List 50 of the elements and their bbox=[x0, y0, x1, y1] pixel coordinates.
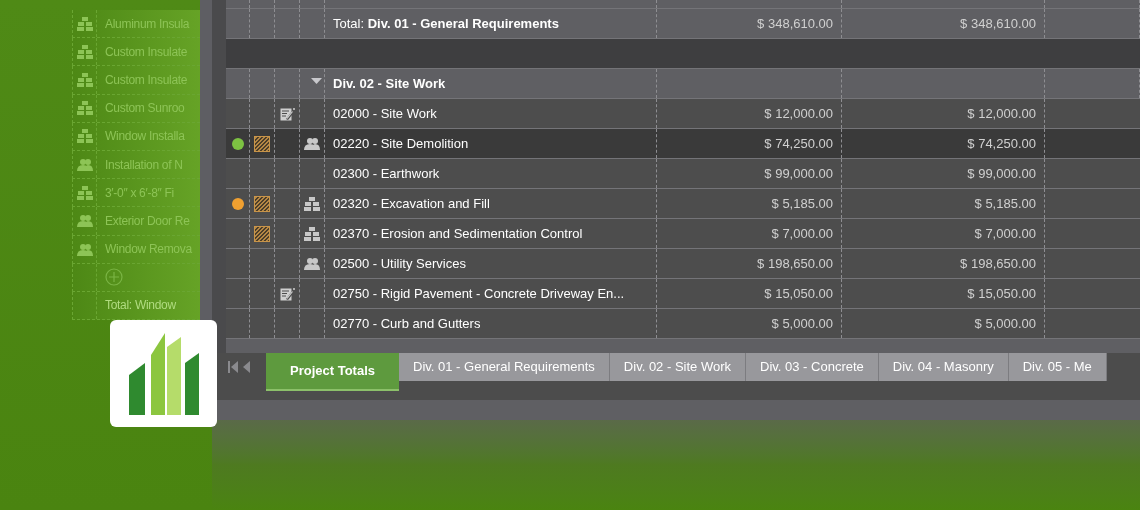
item-name: 02500 - Utility Services bbox=[333, 254, 466, 273]
table-row[interactable]: 02370 - Erosion and Sedimentation Control $ 7,000.00 $ 7,000.00 bbox=[226, 219, 1140, 249]
amount: $ 5,185.00 bbox=[974, 194, 1036, 213]
group-title: Div. 02 - Site Work bbox=[333, 74, 446, 93]
bricks-icon bbox=[76, 185, 93, 200]
amount: $ 5,000.00 bbox=[771, 314, 833, 333]
amount: $ 99,000.00 bbox=[967, 164, 1036, 183]
bricks-icon bbox=[76, 72, 93, 87]
amount: $ 74,250.00 bbox=[764, 134, 833, 153]
item-name: 02300 - Earthwork bbox=[333, 164, 440, 183]
item-name: 02770 - Curb and Gutters bbox=[333, 314, 481, 333]
amount: $ 7,000.00 bbox=[771, 224, 833, 243]
item-name: 02750 - Rigid Pavement - Concrete Driveway En... bbox=[333, 284, 625, 303]
amount: $ 5,185.00 bbox=[771, 194, 833, 213]
amount: $ 12,000.00 bbox=[967, 104, 1036, 123]
bricks-icon bbox=[76, 16, 93, 31]
table-row[interactable]: 02500 - Utility Services $ 198,650.00 $ 198,650.00 bbox=[226, 249, 1140, 279]
item-name: 02370 - Erosion and Sedimentation Control bbox=[333, 224, 583, 243]
add-icon bbox=[105, 268, 123, 287]
total-label: Total: Window bbox=[105, 298, 176, 313]
amount: $ 99,000.00 bbox=[764, 164, 833, 183]
amount: $ 348,610.00 bbox=[757, 14, 833, 33]
amount: $ 198,650.00 bbox=[757, 254, 833, 273]
amount: $ 15,050.00 bbox=[967, 284, 1036, 303]
table-row[interactable]: 02750 - Rigid Pavement - Concrete Driveway En... $ 15,050.00 $ 15,050.00 bbox=[226, 279, 1140, 309]
previous-page-icon[interactable] bbox=[242, 360, 250, 373]
table-row[interactable]: 02300 - Earthwork $ 99,000.00 $ 99,000.00 bbox=[226, 159, 1140, 189]
item-name: 02320 - Excavation and Fill bbox=[333, 194, 490, 213]
total-label: Total: Div. 01 - General Requirements bbox=[333, 14, 559, 33]
first-page-icon[interactable] bbox=[228, 360, 238, 373]
people-icon bbox=[76, 214, 93, 228]
people-icon bbox=[76, 158, 93, 172]
amount: $ 12,000.00 bbox=[764, 104, 833, 123]
amount: $ 15,050.00 bbox=[764, 284, 833, 303]
table-row[interactable]: 02770 - Curb and Gutters $ 5,000.00 $ 5,000.00 bbox=[226, 309, 1140, 339]
bricks-icon bbox=[76, 101, 93, 116]
amount: $ 7,000.00 bbox=[974, 224, 1036, 243]
amount: $ 198,650.00 bbox=[960, 254, 1036, 273]
amount: $ 74,250.00 bbox=[967, 134, 1036, 153]
table-row[interactable]: 02000 - Site Work $ 12,000.00 $ 12,000.00 bbox=[226, 99, 1140, 129]
bricks-icon bbox=[76, 44, 93, 59]
bar-chart-logo-icon bbox=[128, 332, 199, 415]
bricks-icon bbox=[76, 129, 93, 144]
table-row[interactable]: 02320 - Excavation and Fill $ 5,185.00 $ 5,185.00 bbox=[226, 189, 1140, 219]
amount: $ 348,610.00 bbox=[960, 14, 1036, 33]
item-name: 02220 - Site Demolition bbox=[333, 134, 469, 153]
people-icon bbox=[76, 242, 93, 256]
item-name: 02000 - Site Work bbox=[333, 104, 437, 123]
table-row[interactable]: 02220 - Site Demolition $ 74,250.00 $ 74,250.00 bbox=[226, 129, 1140, 159]
amount: $ 5,000.00 bbox=[974, 314, 1036, 333]
